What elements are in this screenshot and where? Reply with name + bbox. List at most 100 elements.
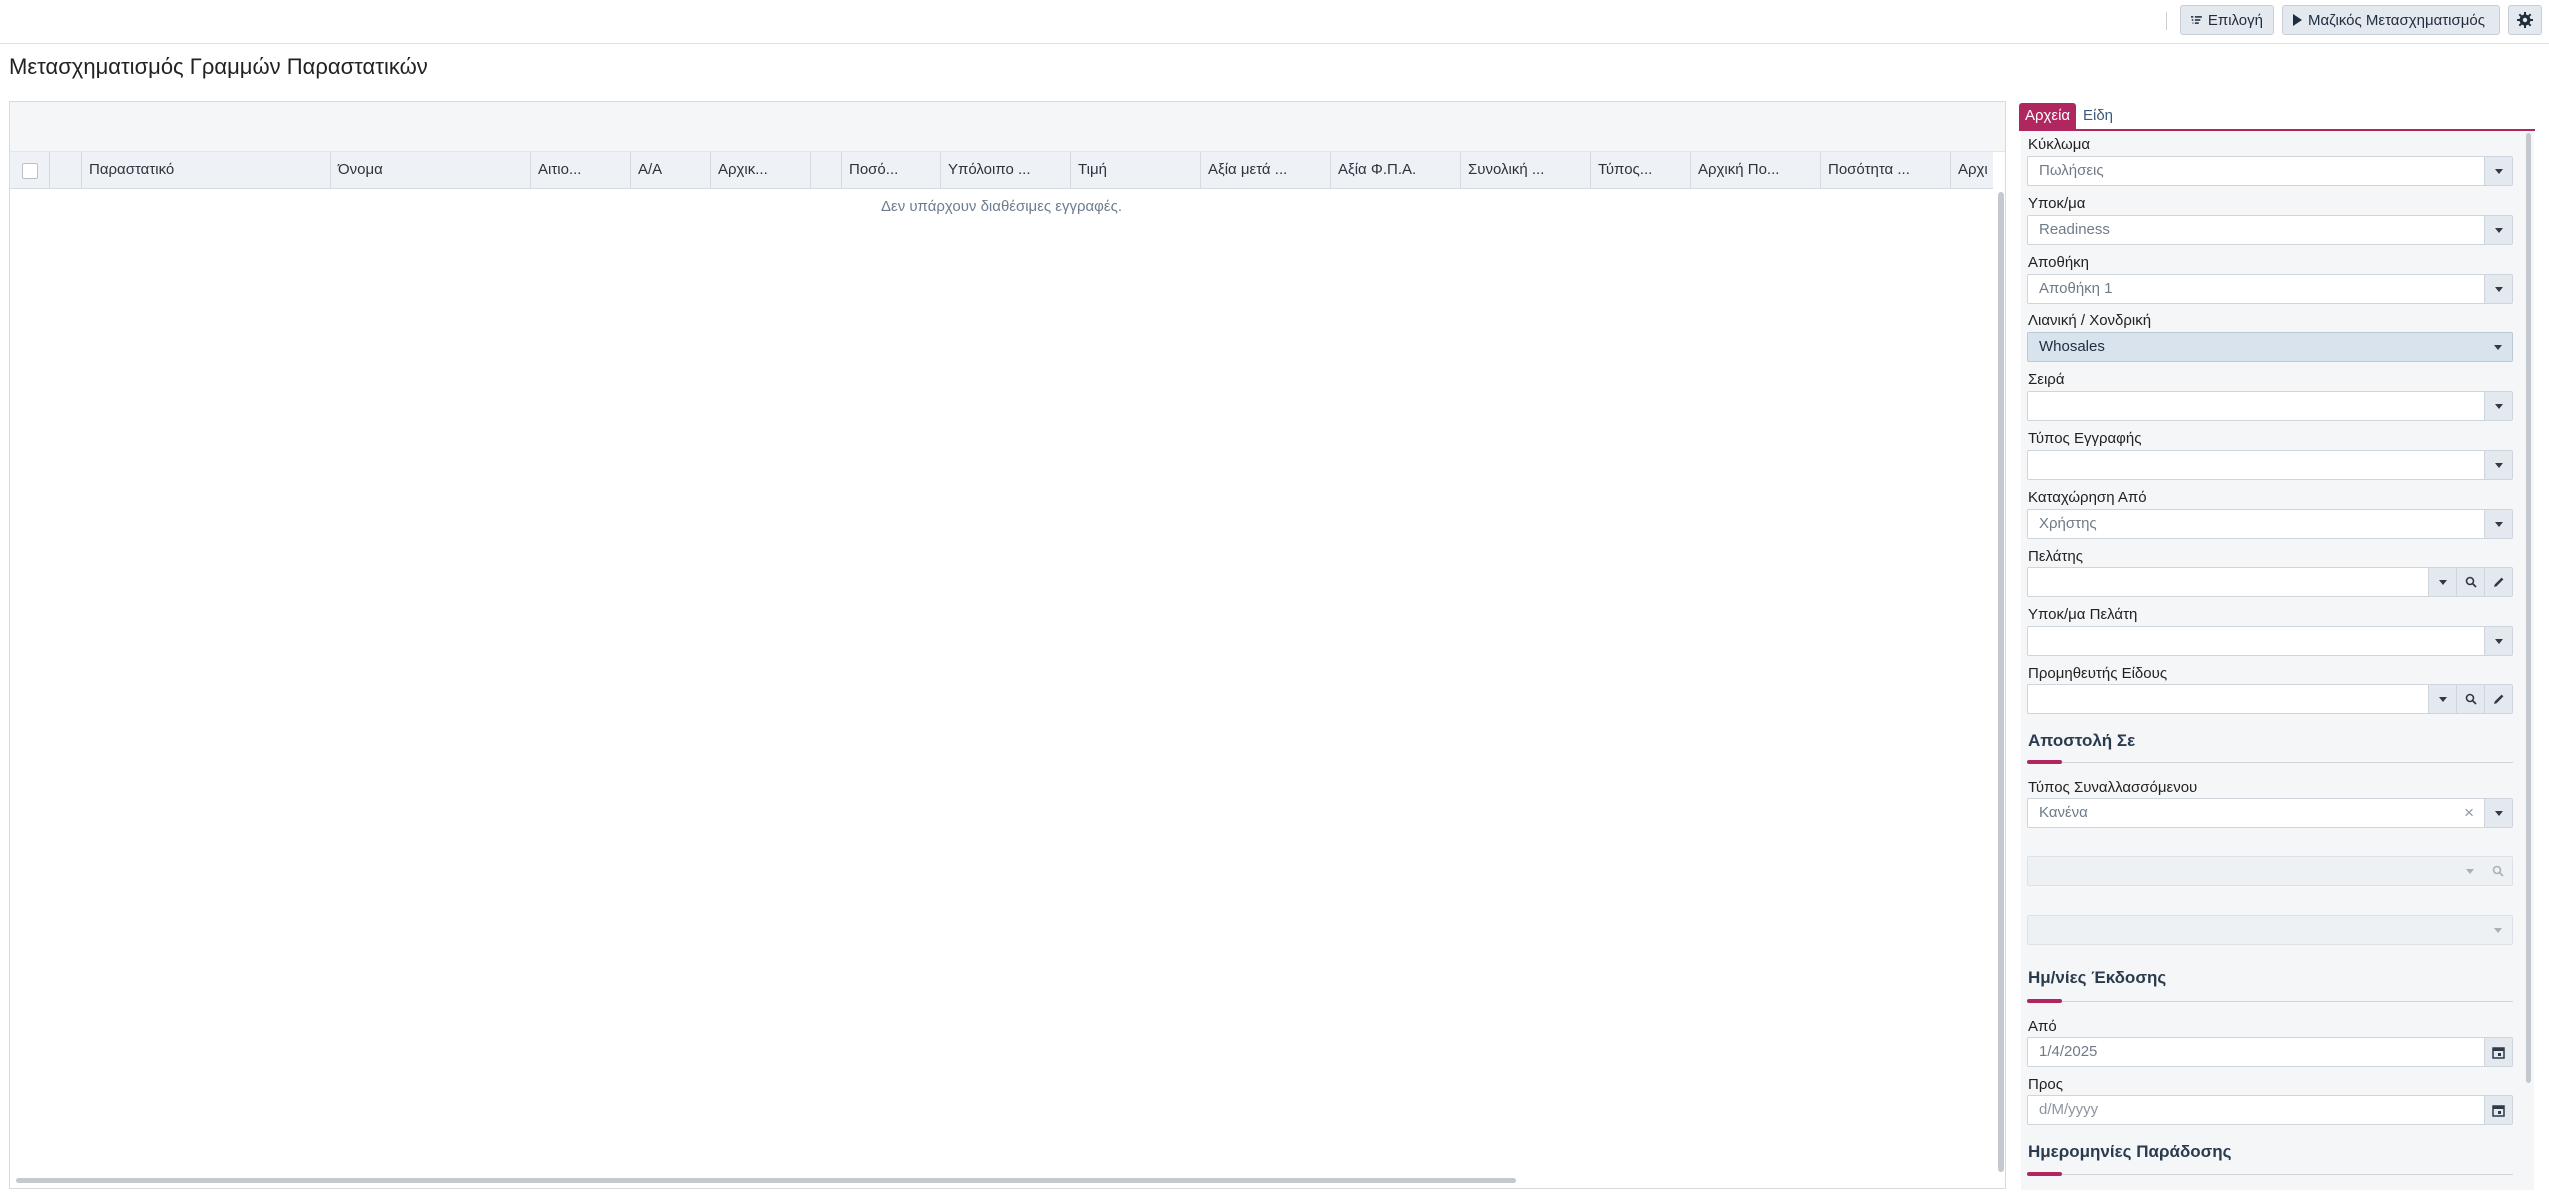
page-title: Μετασχηματισμός Γραμμών Παραστατικών (9, 54, 428, 79)
select-all-cell (10, 152, 50, 188)
chevron-down-icon (2456, 857, 2484, 885)
data-grid: Παραστατικό Όνομα Αιτιο... Α/Α Αρχικ... … (9, 101, 2006, 1189)
col-header-price[interactable]: Τιμή (1071, 152, 1201, 188)
to-date-label: Προς (2028, 1076, 2063, 1093)
search-icon[interactable] (2456, 568, 2484, 596)
calendar-icon[interactable] (2484, 1038, 2512, 1066)
top-toolbar: Επιλογή Μαζικός Μετασχηματισμός (0, 0, 2549, 44)
select-button-label: Επιλογή (2207, 11, 2263, 29)
chevron-down-icon[interactable] (2484, 275, 2512, 303)
col-header-aa[interactable]: Α/Α (631, 152, 711, 188)
chevron-down-icon[interactable] (2484, 157, 2512, 185)
vertical-scrollbar[interactable] (1998, 192, 2004, 1172)
retail-wholesale-select[interactable]: Whosales (2027, 332, 2513, 362)
search-icon[interactable] (2456, 685, 2484, 713)
clear-icon[interactable]: × (2464, 799, 2474, 827)
series-select[interactable] (2027, 391, 2513, 421)
select-all-checkbox[interactable] (22, 163, 38, 179)
filter-panel-scrollbar[interactable] (2526, 133, 2531, 1083)
retail-wholesale-label: Λιανική / Χονδρική (2028, 312, 2152, 329)
col-header-initial-2[interactable]: Αρχι (1951, 152, 1993, 188)
customer-label: Πελάτης (2028, 548, 2083, 565)
trader-type-value: Κανένα (2039, 804, 2088, 821)
col-header-value-after[interactable]: Αξία μετά ... (1201, 152, 1331, 188)
settings-button[interactable] (2508, 5, 2542, 35)
trader-type-select[interactable]: Κανένα × (2027, 798, 2513, 828)
chevron-down-icon (2484, 916, 2512, 944)
section-accent (2027, 1172, 2062, 1176)
edit-icon[interactable] (2484, 568, 2512, 596)
cycle-select[interactable]: Πωλήσεις (2027, 156, 2513, 186)
toolbar-separator (2166, 12, 2167, 30)
col-header-quantity[interactable]: Ποσό... (842, 152, 941, 188)
customer-lookup[interactable] (2027, 567, 2513, 597)
select-button[interactable]: Επιλογή (2180, 5, 2274, 35)
cycle-value: Πωλήσεις (2039, 162, 2104, 179)
col-header-initial[interactable]: Αρχικ... (711, 152, 811, 188)
entered-by-value: Χρήστης (2039, 515, 2097, 532)
col-header-initial-qty[interactable]: Αρχική Πο... (1691, 152, 1821, 188)
entered-by-select[interactable]: Χρήστης (2027, 509, 2513, 539)
chevron-down-icon[interactable] (2484, 216, 2512, 244)
tab-items[interactable]: Είδη (2077, 103, 2119, 129)
chevron-down-icon[interactable] (2484, 392, 2512, 420)
col-header-total[interactable]: Συνολική ... (1461, 152, 1591, 188)
play-icon (2293, 14, 2302, 26)
to-date-input[interactable]: d/M/yyyy (2027, 1095, 2513, 1125)
grid-toolbar (10, 102, 2005, 152)
trader-type-label: Τύπος Συναλλασσόμενου (2028, 779, 2198, 796)
edit-icon[interactable] (2484, 685, 2512, 713)
section-divider (2027, 1001, 2513, 1002)
filter-tabs: Αρχεία Είδη (2019, 101, 2535, 131)
gear-icon (2517, 12, 2533, 28)
chevron-down-icon[interactable] (2484, 333, 2512, 361)
branch-label: Υποκ/μα (2028, 195, 2086, 212)
col-header-qty[interactable]: Ποσότητα ... (1821, 152, 1951, 188)
from-date-label: Από (2028, 1018, 2057, 1035)
col-header-document[interactable]: Παραστατικό (82, 152, 331, 188)
horizontal-scrollbar[interactable] (16, 1178, 1516, 1183)
chevron-down-icon[interactable] (2484, 510, 2512, 538)
customer-branch-label: Υποκ/μα Πελάτη (2028, 606, 2138, 623)
col-header-name[interactable]: Όνομα (331, 152, 531, 188)
chevron-down-icon[interactable] (2428, 685, 2456, 713)
section-accent (2027, 999, 2062, 1003)
warehouse-value: Αποθήκη 1 (2039, 280, 2113, 297)
chevron-down-icon[interactable] (2484, 799, 2512, 827)
item-supplier-label: Προμηθευτής Είδους (2028, 665, 2168, 682)
chevron-down-icon[interactable] (2484, 627, 2512, 655)
record-type-select[interactable] (2027, 450, 2513, 480)
calendar-icon[interactable] (2484, 1096, 2512, 1124)
section-divider (2027, 762, 2513, 763)
record-type-label: Τύπος Εγγραφής (2028, 430, 2142, 447)
customer-branch-select[interactable] (2027, 626, 2513, 656)
grid-header: Παραστατικό Όνομα Αιτιο... Α/Α Αρχικ... … (10, 152, 1993, 189)
issue-dates-section-title: Ημ/νίες Έκδοσης (2028, 968, 2167, 987)
entered-by-label: Καταχώρηση Από (2028, 489, 2147, 506)
trader-branch-disabled (2027, 915, 2513, 945)
branch-select[interactable]: Readiness (2027, 215, 2513, 245)
empty-message: Δεν υπάρχουν διαθέσιμες εγγραφές. (880, 198, 1122, 215)
chevron-down-icon[interactable] (2484, 451, 2512, 479)
retail-wholesale-value: Whosales (2039, 338, 2105, 355)
col-header-reason[interactable]: Αιτιο... (531, 152, 631, 188)
cycle-label: Κύκλωμα (2028, 136, 2091, 153)
grid-col-blank (50, 152, 82, 188)
tab-files[interactable]: Αρχεία (2019, 103, 2077, 129)
warehouse-label: Αποθήκη (2028, 254, 2090, 271)
filter-list-icon (2191, 16, 2202, 24)
col-header-vat-value[interactable]: Αξία Φ.Π.Α. (1331, 152, 1461, 188)
col-header-empty[interactable] (811, 152, 842, 188)
search-icon (2484, 857, 2512, 885)
col-header-balance[interactable]: Υπόλοιπο ... (941, 152, 1071, 188)
col-header-type[interactable]: Τύπος... (1591, 152, 1691, 188)
item-supplier-lookup[interactable] (2027, 684, 2513, 714)
from-date-input[interactable]: 1/4/2025 (2027, 1037, 2513, 1067)
chevron-down-icon[interactable] (2428, 568, 2456, 596)
to-date-placeholder: d/M/yyyy (2039, 1101, 2099, 1118)
section-divider (2027, 1174, 2513, 1175)
mass-transform-button[interactable]: Μαζικός Μετασχηματισμός (2282, 5, 2500, 35)
from-date-value: 1/4/2025 (2039, 1043, 2098, 1060)
warehouse-select[interactable]: Αποθήκη 1 (2027, 274, 2513, 304)
series-label: Σειρά (2028, 371, 2065, 388)
